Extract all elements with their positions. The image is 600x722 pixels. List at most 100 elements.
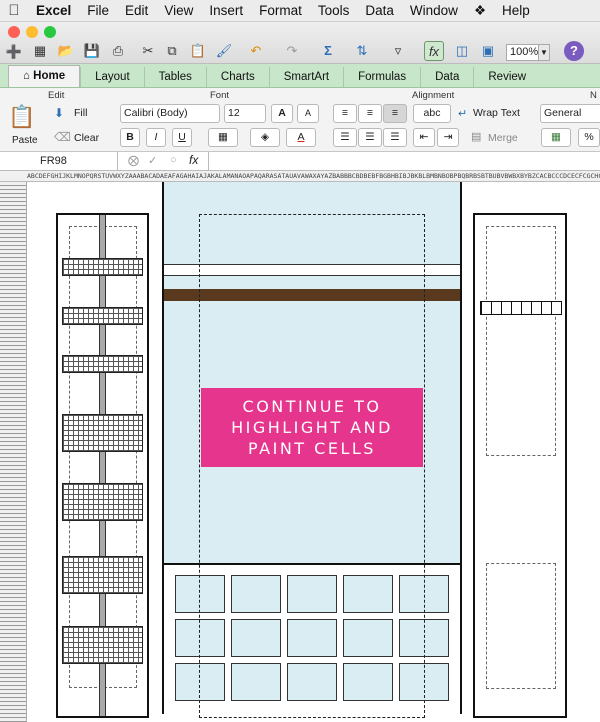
align-bottom-icon[interactable]: ≡ <box>383 104 407 123</box>
grow-font-button[interactable]: A <box>271 104 293 123</box>
left-tower-crossbar-grid <box>62 258 143 276</box>
clear-button[interactable]: Clear <box>74 132 99 144</box>
circle-icon: ○ <box>170 154 177 166</box>
print-icon[interactable]: ⎙ <box>108 41 128 61</box>
font-size-select[interactable]: 12 <box>224 104 266 123</box>
minimize-window-button[interactable] <box>26 26 38 38</box>
menu-data[interactable]: Data <box>357 3 402 18</box>
format-painter-icon[interactable]: 🖌 <box>214 41 234 61</box>
tab-home[interactable]: ⌂ Home <box>8 65 81 87</box>
wrap-text-icon[interactable]: ↵ <box>458 107 467 120</box>
fill-button[interactable]: Fill <box>74 107 87 119</box>
undo-icon[interactable]: ↶ <box>246 41 266 61</box>
underline-button[interactable]: U <box>172 128 192 147</box>
formula-input[interactable] <box>208 152 600 170</box>
cut-icon[interactable]: ✂ <box>138 41 158 61</box>
bold-button[interactable]: B <box>120 128 140 147</box>
group-label-number: N <box>590 90 597 101</box>
menu-app-name[interactable]: Excel <box>28 3 79 18</box>
filter-icon[interactable]: ▿ <box>388 41 408 61</box>
align-top-icon[interactable]: ≡ <box>333 104 357 123</box>
right-tower-crossbar <box>480 301 562 315</box>
name-box[interactable]: FR98 <box>0 152 118 170</box>
number-format-select[interactable]: General <box>540 104 600 123</box>
function-icon[interactable]: fx <box>424 41 444 61</box>
help-icon[interactable]: ? <box>564 41 584 61</box>
gallery-icon[interactable]: ◫ <box>452 41 472 61</box>
menu-bar:  Excel File Edit View Insert Format Too… <box>0 0 600 22</box>
left-tower-crossbar-grid <box>62 626 143 664</box>
align-center-icon[interactable]: ☰ <box>358 128 382 147</box>
align-middle-icon[interactable]: ≡ <box>358 104 382 123</box>
left-tower-crossbar-grid <box>62 355 143 373</box>
italic-button[interactable]: I <box>146 128 166 147</box>
templates-icon[interactable]: ▦ <box>30 41 50 61</box>
save-icon[interactable]: 💾 <box>82 41 102 61</box>
sort-icon[interactable]: ⇅ <box>352 41 372 61</box>
currency-format-icon[interactable]: ▦ <box>541 128 571 147</box>
menu-view[interactable]: View <box>156 3 201 18</box>
borders-icon[interactable]: ▦ <box>208 128 238 147</box>
new-workbook-icon[interactable]: ➕ <box>4 42 24 62</box>
redo-icon[interactable]: ↷ <box>282 41 302 61</box>
tab-formulas[interactable]: Formulas <box>343 67 420 87</box>
fill-color-icon[interactable]: ◈ <box>250 128 280 147</box>
eraser-icon[interactable]: ⌫ <box>54 130 71 144</box>
chevron-down-icon[interactable]: ▼ <box>538 44 550 61</box>
ribbon-tabs: ⌂ Home Layout Tables Charts SmartArt For… <box>0 64 600 88</box>
autosum-icon[interactable]: Σ <box>318 41 338 61</box>
menu-format[interactable]: Format <box>251 3 310 18</box>
fill-icon[interactable]: ⬇ <box>54 106 64 120</box>
insert-function-button[interactable]: fx <box>189 153 198 167</box>
group-label-alignment: Alignment <box>412 90 455 101</box>
formula-bar: FR98 ⨂ ✓ ○ fx <box>0 152 600 171</box>
left-tower-crossbar-grid <box>62 307 143 325</box>
percent-button[interactable]: % <box>578 128 600 147</box>
font-color-button[interactable]: A <box>286 128 316 147</box>
home-icon: ⌂ <box>23 70 34 82</box>
copy-icon[interactable]: ⧉ <box>162 41 182 61</box>
left-tower-crossbar-grid <box>62 483 143 521</box>
zoom-window-button[interactable] <box>44 26 56 38</box>
tab-layout[interactable]: Layout <box>80 67 144 87</box>
apple-icon[interactable]:  <box>0 2 28 19</box>
tab-data[interactable]: Data <box>420 67 473 87</box>
wrap-text-button[interactable]: Wrap Text <box>473 107 520 119</box>
menu-help[interactable]: Help <box>494 3 538 18</box>
merge-icon[interactable]: ▤ <box>471 130 481 143</box>
menu-edit[interactable]: Edit <box>117 3 156 18</box>
tab-charts[interactable]: Charts <box>205 67 269 87</box>
menu-tools[interactable]: Tools <box>310 3 358 18</box>
tab-home-label: Home <box>33 70 66 82</box>
tab-tables[interactable]: Tables <box>143 67 206 87</box>
cancel-entry-icon[interactable]: ⨂ <box>128 154 139 167</box>
standard-toolbar: ➕ ▦ 📂 💾 ⎙ ✂ ⧉ 📋 🖌 ↶ ↷ Σ ⇅ ▿ fx ◫ ▣ 100% … <box>0 22 600 64</box>
open-icon[interactable]: 📂 <box>56 41 76 61</box>
font-name-select[interactable]: Calibri (Body) <box>120 104 220 123</box>
group-label-edit: Edit <box>48 90 65 101</box>
paste-icon[interactable]: 📋 <box>188 41 208 61</box>
paste-icon[interactable]: 📋 <box>8 104 38 132</box>
text-orientation-button[interactable]: abc <box>413 104 451 123</box>
align-right-icon[interactable]: ☰ <box>383 128 407 147</box>
group-label-font: Font <box>210 90 230 101</box>
merge-button[interactable]: Merge <box>488 132 518 144</box>
right-tower-dashed-upper <box>486 226 556 456</box>
align-left-icon[interactable]: ☰ <box>333 128 357 147</box>
script-menu-icon[interactable]: ❖ <box>466 3 494 19</box>
paste-button-label[interactable]: Paste <box>12 135 38 146</box>
worksheet-canvas[interactable]: CONTINUE TO HIGHLIGHT AND PAINT CELLS <box>27 182 600 722</box>
close-window-button[interactable] <box>8 26 20 38</box>
tab-smartart[interactable]: SmartArt <box>268 67 343 87</box>
shrink-font-button[interactable]: A <box>297 104 319 123</box>
toolbox-icon[interactable]: ▣ <box>478 41 498 61</box>
decrease-indent-icon[interactable]: ⇤ <box>413 128 435 147</box>
increase-indent-icon[interactable]: ⇥ <box>437 128 459 147</box>
menu-window[interactable]: Window <box>402 3 466 18</box>
menu-file[interactable]: File <box>79 3 117 18</box>
menu-insert[interactable]: Insert <box>201 3 251 18</box>
column-header[interactable]: ABCDEFGHIJKLMNOPQRSTUVWXYZAAABACADAEAFAG… <box>0 171 600 182</box>
tab-review[interactable]: Review <box>473 67 540 87</box>
row-header[interactable] <box>0 182 27 722</box>
confirm-entry-icon[interactable]: ✓ <box>148 154 157 167</box>
